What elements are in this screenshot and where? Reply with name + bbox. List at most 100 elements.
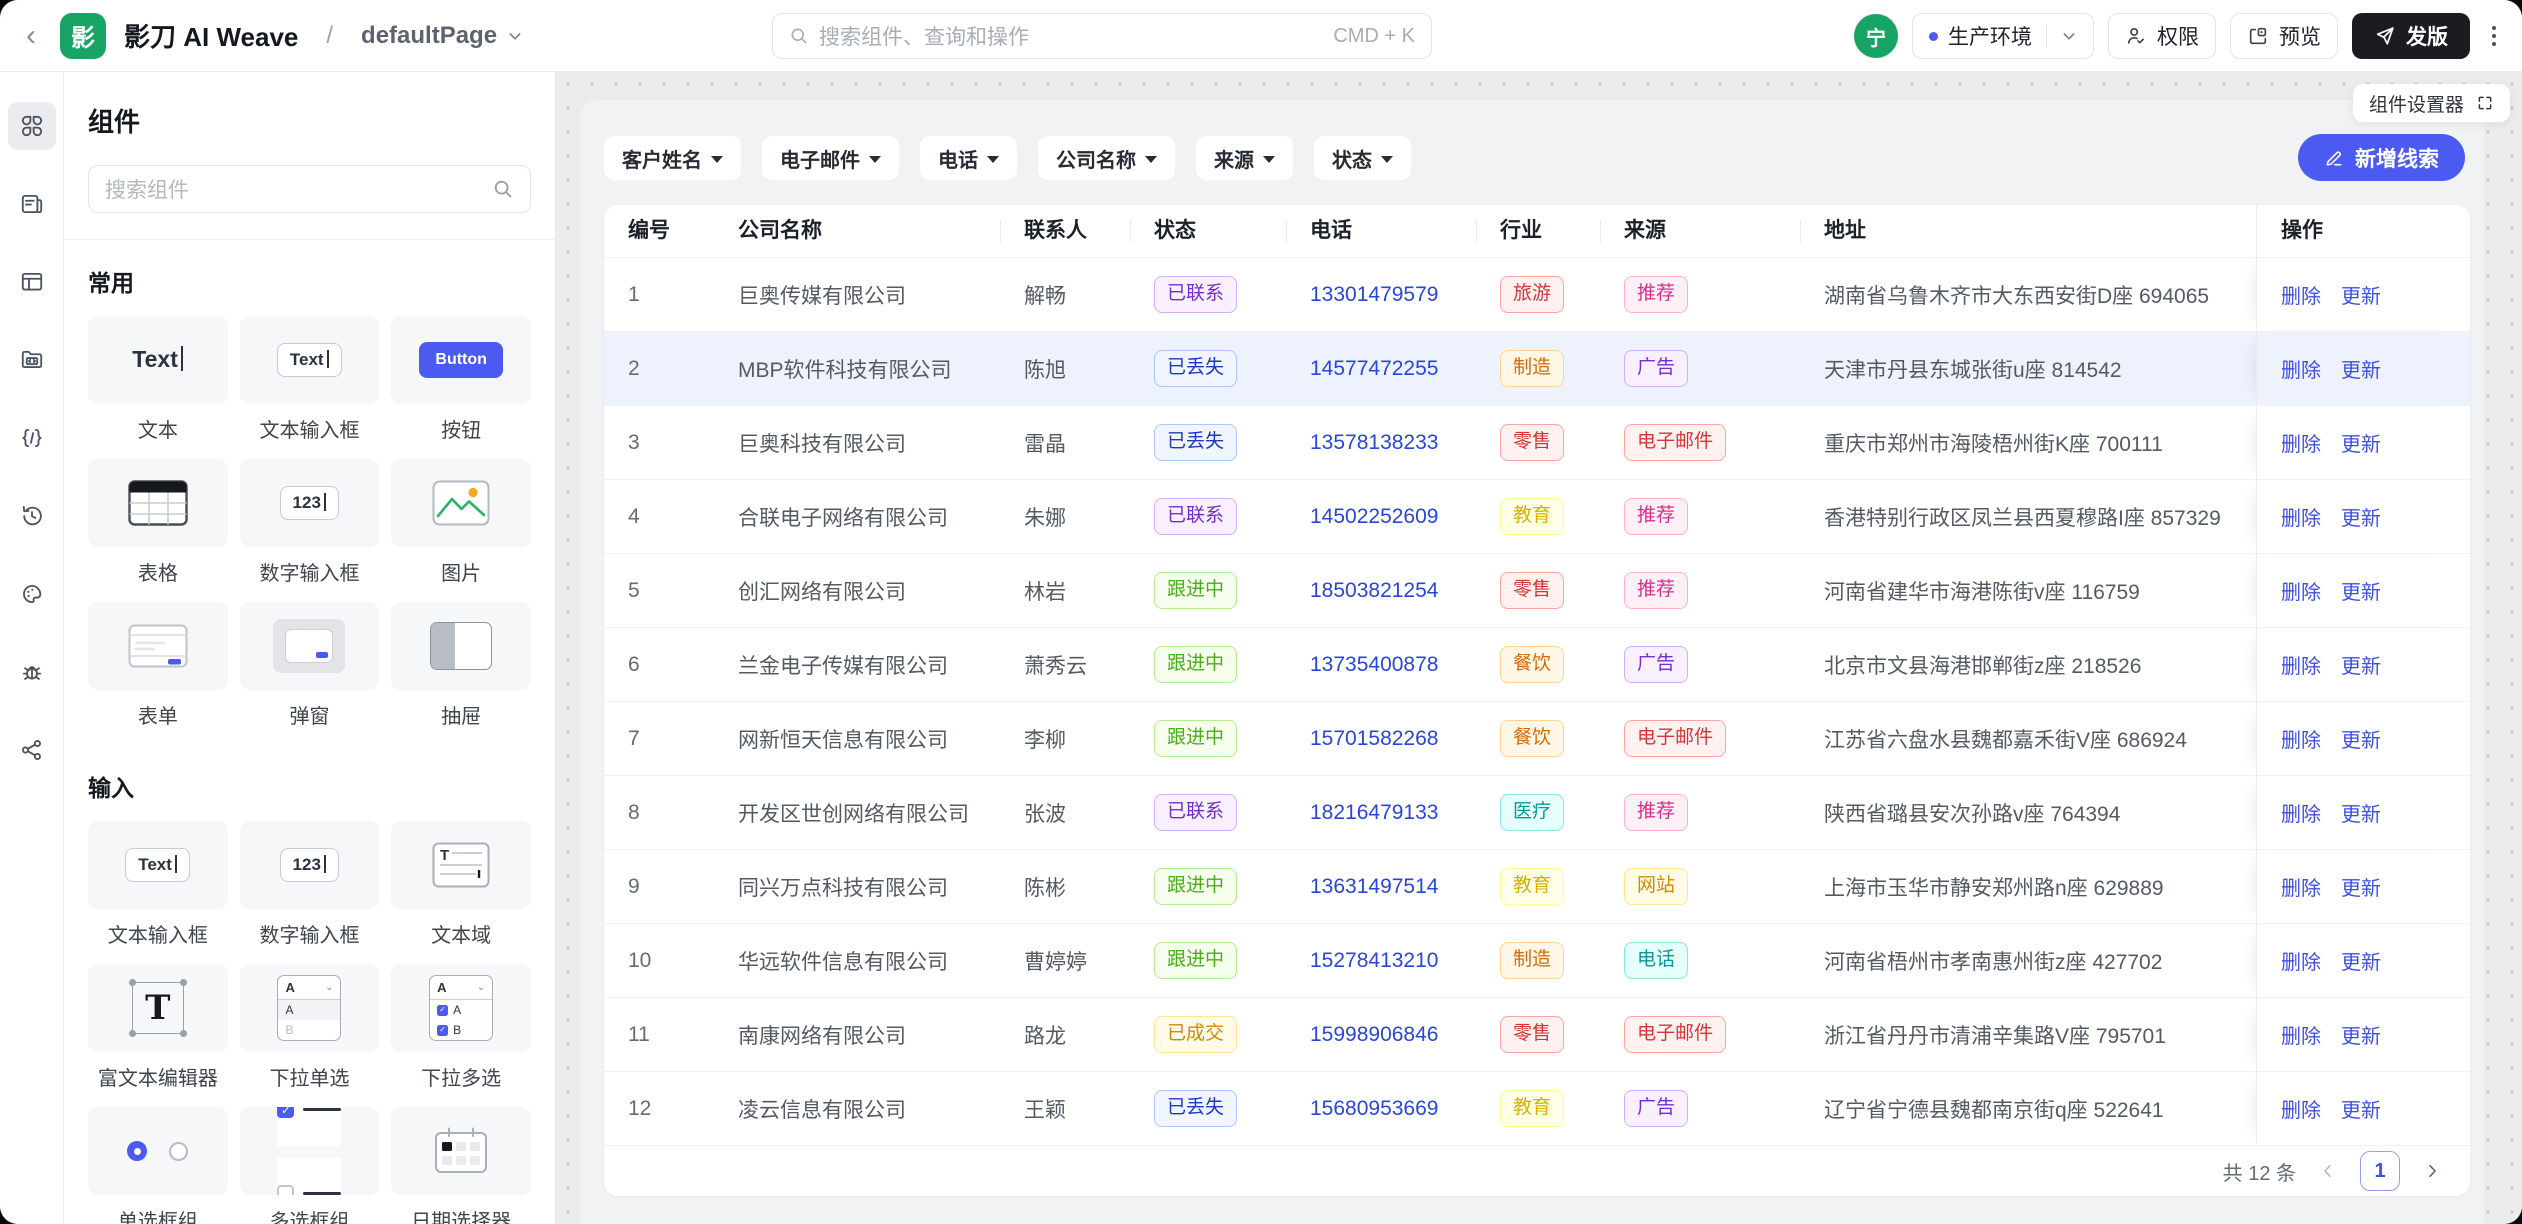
table-row[interactable]: 9同兴万点科技有限公司陈彬跟进中13631497514教育网站上海市玉华市静安郑… <box>604 849 2470 923</box>
cell-phone[interactable]: 13301479579 <box>1286 283 1476 307</box>
editor-canvas[interactable]: 组件设置器 客户姓名电子邮件电话公司名称来源状态 新增线索 编号公司名称联系人状… <box>556 72 2522 1224</box>
pagination-prev-icon[interactable] <box>2314 1152 2342 1190</box>
component-card-modal[interactable]: 弹窗 <box>240 602 380 745</box>
cell-status: 跟进中 <box>1130 646 1286 683</box>
table-row[interactable]: 7网新恒天信息有限公司李柳跟进中15701582268餐饮电子邮件江苏省六盘水县… <box>604 701 2470 775</box>
rail-code-braces-icon[interactable] <box>8 414 56 462</box>
delete-link[interactable]: 删除 <box>2281 946 2321 975</box>
global-search-input[interactable]: 搜索组件、查询和操作 CMD + K <box>772 13 1432 59</box>
rail-history-icon[interactable] <box>8 492 56 540</box>
update-link[interactable]: 更新 <box>2341 576 2381 605</box>
cell-phone[interactable]: 15701582268 <box>1286 727 1476 751</box>
filter-chip[interactable]: 客户姓名 <box>604 136 741 180</box>
table-row[interactable]: 10华远软件信息有限公司曹婷婷跟进中15278413210制造电话河南省梧州市孝… <box>604 923 2470 997</box>
component-card-number[interactable]: 123数字输入框 <box>240 459 380 602</box>
rail-debug-bug-icon[interactable] <box>8 648 56 696</box>
rail-layout-icon[interactable] <box>8 258 56 306</box>
component-card-select-multi[interactable]: A⌄✓A✓B下拉多选 <box>391 964 531 1107</box>
preview-button[interactable]: 预览 <box>2230 13 2338 59</box>
component-card-button[interactable]: Button按钮 <box>391 316 531 459</box>
cell-contact: 王颖 <box>1000 1094 1130 1124</box>
cell-phone[interactable]: 15680953669 <box>1286 1097 1476 1121</box>
cell-phone[interactable]: 18503821254 <box>1286 579 1476 603</box>
app-logo: 影 <box>60 13 106 59</box>
component-card-datepicker[interactable]: 日期选择器 <box>391 1107 531 1224</box>
table-row[interactable]: 6兰金电子传媒有限公司萧秀云跟进中13735400878餐饮广告北京市文县海港邯… <box>604 627 2470 701</box>
table-row[interactable]: 11南康网络有限公司路龙已成交15998906846零售电子邮件浙江省丹丹市清浦… <box>604 997 2470 1071</box>
update-link[interactable]: 更新 <box>2341 1020 2381 1049</box>
update-link[interactable]: 更新 <box>2341 724 2381 753</box>
update-link[interactable]: 更新 <box>2341 280 2381 309</box>
component-card-image[interactable]: 图片 <box>391 459 531 602</box>
update-link[interactable]: 更新 <box>2341 428 2381 457</box>
filter-chip[interactable]: 状态 <box>1314 136 1411 180</box>
rail-theme-palette-icon[interactable] <box>8 570 56 618</box>
update-link[interactable]: 更新 <box>2341 946 2381 975</box>
pagination-page-1[interactable]: 1 <box>2360 1151 2400 1191</box>
filter-chip[interactable]: 电话 <box>920 136 1017 180</box>
cell-phone[interactable]: 15278413210 <box>1286 949 1476 973</box>
update-link[interactable]: 更新 <box>2341 354 2381 383</box>
cell-phone[interactable]: 18216479133 <box>1286 801 1476 825</box>
filter-chip[interactable]: 来源 <box>1196 136 1293 180</box>
component-card-richtext[interactable]: T富文本编辑器 <box>88 964 228 1107</box>
delete-link[interactable]: 删除 <box>2281 1094 2321 1123</box>
cell-phone[interactable]: 13578138233 <box>1286 431 1476 455</box>
add-lead-button[interactable]: 新增线索 <box>2298 134 2465 181</box>
environment-select[interactable]: 生产环境 <box>1912 13 2094 59</box>
component-settings-toggle[interactable]: 组件设置器 <box>2353 84 2510 122</box>
filter-chip[interactable]: 公司名称 <box>1038 136 1175 180</box>
delete-link[interactable]: 删除 <box>2281 354 2321 383</box>
table-row[interactable]: 2MBP软件科技有限公司陈旭已丢失14577472255制造广告天津市丹县东城张… <box>604 331 2470 405</box>
cell-phone[interactable]: 14577472255 <box>1286 357 1476 381</box>
component-card-form[interactable]: 表单 <box>88 602 228 745</box>
table-row[interactable]: 5创汇网络有限公司林岩跟进中18503821254零售推荐河南省建华市海港陈街v… <box>604 553 2470 627</box>
component-card-textarea[interactable]: T文本域 <box>391 821 531 964</box>
table-row[interactable]: 1巨奥传媒有限公司解畅已联系13301479579旅游推荐湖南省乌鲁木齐市大东西… <box>604 257 2470 331</box>
table-row[interactable]: 3巨奥科技有限公司雷晶已丢失13578138233零售电子邮件重庆市郑州市海陵梧… <box>604 405 2470 479</box>
component-card-checkbox-group[interactable]: ✓多选框组 <box>240 1107 380 1224</box>
update-link[interactable]: 更新 <box>2341 872 2381 901</box>
component-card-input[interactable]: Text文本输入框 <box>240 316 380 459</box>
update-link[interactable]: 更新 <box>2341 798 2381 827</box>
delete-link[interactable]: 删除 <box>2281 1020 2321 1049</box>
cell-phone[interactable]: 14502252609 <box>1286 505 1476 529</box>
delete-link[interactable]: 删除 <box>2281 280 2321 309</box>
component-card-radio-group[interactable]: 单选框组 <box>88 1107 228 1224</box>
component-search-input[interactable]: 搜索组件 <box>88 165 531 213</box>
component-card-text[interactable]: Text文本 <box>88 316 228 459</box>
update-link[interactable]: 更新 <box>2341 1094 2381 1123</box>
component-card-select-single[interactable]: A⌄AB下拉单选 <box>240 964 380 1107</box>
table-row[interactable]: 12凌云信息有限公司王颖已丢失15680953669教育广告辽宁省宁德县魏都南京… <box>604 1071 2470 1145</box>
delete-link[interactable]: 删除 <box>2281 650 2321 679</box>
update-link[interactable]: 更新 <box>2341 502 2381 531</box>
rail-flow-share-icon[interactable] <box>8 726 56 774</box>
delete-link[interactable]: 删除 <box>2281 724 2321 753</box>
more-menu-button[interactable] <box>2484 22 2504 50</box>
cell-phone[interactable]: 13735400878 <box>1286 653 1476 677</box>
avatar[interactable]: 宁 <box>1854 14 1898 58</box>
delete-link[interactable]: 删除 <box>2281 872 2321 901</box>
breadcrumb-page[interactable]: defaultPage <box>361 22 523 50</box>
table-row[interactable]: 8开发区世创网络有限公司张波已联系18216479133医疗推荐陕西省璐县安次孙… <box>604 775 2470 849</box>
component-card-input[interactable]: Text文本输入框 <box>88 821 228 964</box>
pagination-next-icon[interactable] <box>2418 1152 2446 1190</box>
cell-phone[interactable]: 15998906846 <box>1286 1023 1476 1047</box>
rail-pages-icon[interactable] <box>8 180 56 228</box>
component-card-drawer[interactable]: 抽屉 <box>391 602 531 745</box>
permissions-button[interactable]: 权限 <box>2108 13 2216 59</box>
rail-code-folder-icon[interactable] <box>8 336 56 384</box>
delete-link[interactable]: 删除 <box>2281 576 2321 605</box>
update-link[interactable]: 更新 <box>2341 650 2381 679</box>
component-card-table[interactable]: 表格 <box>88 459 228 602</box>
delete-link[interactable]: 删除 <box>2281 502 2321 531</box>
filter-chip[interactable]: 电子邮件 <box>762 136 899 180</box>
cell-phone[interactable]: 13631497514 <box>1286 875 1476 899</box>
table-row[interactable]: 4合联电子网络有限公司朱娜已联系14502252609教育推荐香港特别行政区凤兰… <box>604 479 2470 553</box>
back-chevron-icon[interactable]: ‹ <box>26 21 36 51</box>
rail-components-icon[interactable] <box>8 102 56 150</box>
delete-link[interactable]: 删除 <box>2281 428 2321 457</box>
delete-link[interactable]: 删除 <box>2281 798 2321 827</box>
component-card-number[interactable]: 123数字输入框 <box>240 821 380 964</box>
publish-button[interactable]: 发版 <box>2352 13 2470 59</box>
